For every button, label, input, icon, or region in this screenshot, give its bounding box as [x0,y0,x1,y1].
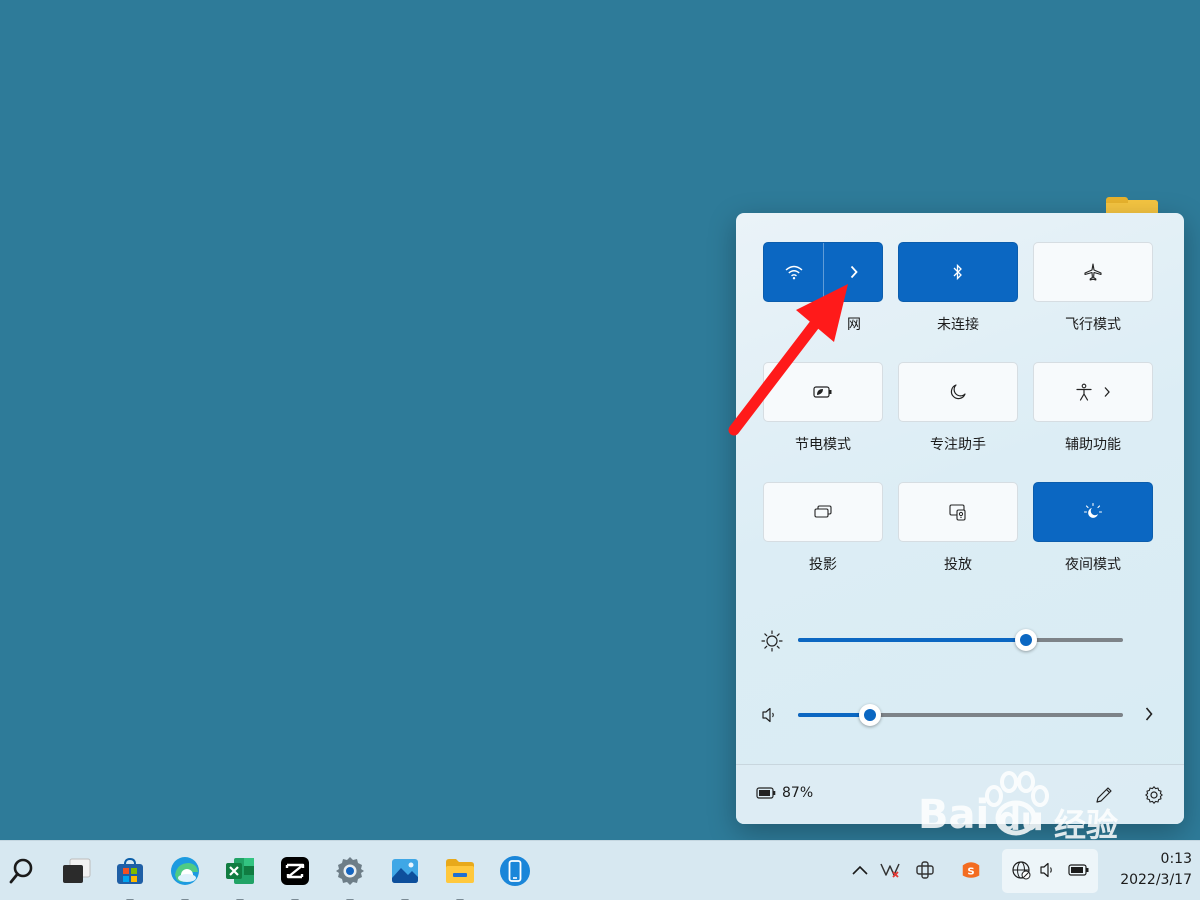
excel-icon [226,858,254,884]
chevron-right-icon [1104,387,1110,397]
battery-icon [1068,864,1089,876]
airplane-icon [1084,263,1102,281]
tile-focus-assist[interactable] [898,362,1018,422]
speaker-icon [1040,862,1052,878]
taskbar-store[interactable] [110,851,150,900]
taskbar-excel[interactable] [220,851,260,900]
tray-app-1[interactable] [879,859,901,881]
sogou-ime-icon: S [962,862,980,878]
moon-icon [950,384,966,400]
project-icon [814,505,832,518]
pencil-icon [1096,787,1112,803]
tile-night-light[interactable] [1033,482,1153,542]
cast-label: 投放 [944,557,972,573]
gear-icon [1145,786,1163,804]
edit-button[interactable] [1092,783,1116,807]
photos-icon [392,859,418,883]
phone-link-icon [500,856,530,886]
speaker-icon[interactable] [760,704,778,726]
clock-time: 0:13 [1160,851,1192,867]
globe-icon [1012,861,1031,880]
battery-percent: 87% [782,785,814,801]
cast-icon [949,504,966,521]
tray-quick-settings-button[interactable] [1002,849,1098,893]
panel-footer: 87% [736,764,1184,824]
tile-airplane[interactable] [1033,242,1153,302]
taskbar: S 0:13 2022/3/17 [0,840,1200,900]
tile-bluetooth[interactable] [898,242,1018,302]
tile-project[interactable] [763,482,883,542]
project-label: 投影 [809,557,837,573]
taskbar-capcut[interactable] [275,851,315,900]
tray-overflow-button[interactable] [849,859,871,881]
bluetooth-icon [953,263,962,281]
svg-text:S: S [967,867,974,878]
tile-cast[interactable] [898,482,1018,542]
bluetooth-label: 未连接 [937,317,979,333]
taskbar-clock[interactable]: 0:13 2022/3/17 [1100,849,1192,891]
volume-slider-thumb[interactable] [858,704,881,726]
brightness-icon [761,630,783,652]
taskbar-file-explorer[interactable] [440,851,480,900]
brightness-slider[interactable] [798,629,1123,651]
vpn-icon [880,863,900,878]
focus-assist-label: 专注助手 [930,437,986,453]
file-explorer-icon [446,859,474,883]
chevron-right-icon[interactable] [1144,706,1154,722]
tray-app-2[interactable] [914,859,936,881]
taskbar-edge[interactable] [165,851,205,900]
clock-date: 2022/3/17 [1120,872,1192,888]
volume-slider[interactable] [798,704,1123,726]
night-light-icon [1083,502,1103,518]
battery-icon [756,787,776,799]
battery-info[interactable]: 87% [756,785,813,801]
taskbar-task-view[interactable] [56,851,96,891]
taskbar-photos[interactable] [385,851,425,900]
wechat-pc-icon [916,861,934,879]
night-light-label: 夜间模式 [1065,557,1121,573]
edge-icon [171,857,199,885]
settings-icon [336,857,364,885]
tile-accessibility[interactable] [1033,362,1153,422]
store-icon [117,857,143,884]
red-arrow-annotation [728,284,848,436]
search-icon [9,858,33,884]
settings-button[interactable] [1142,783,1166,807]
brightness-slider-row [760,625,1160,655]
task-view-icon [63,858,91,883]
volume-slider-row [760,700,1160,730]
network-status [1010,859,1032,881]
taskbar-phone-link[interactable] [495,851,535,891]
volume-status [1038,859,1060,881]
accessibility-label: 辅助功能 [1065,437,1121,453]
chevron-up-icon [852,865,868,875]
battery-status [1068,859,1090,881]
taskbar-search-button[interactable] [2,851,42,891]
brightness-slider-thumb[interactable] [1014,629,1037,651]
taskbar-settings[interactable] [330,851,370,900]
tray-app-3[interactable]: S [960,859,982,881]
capcut-icon [281,857,309,885]
airplane-label: 飞行模式 [1065,317,1121,333]
accessibility-icon [1076,383,1092,401]
